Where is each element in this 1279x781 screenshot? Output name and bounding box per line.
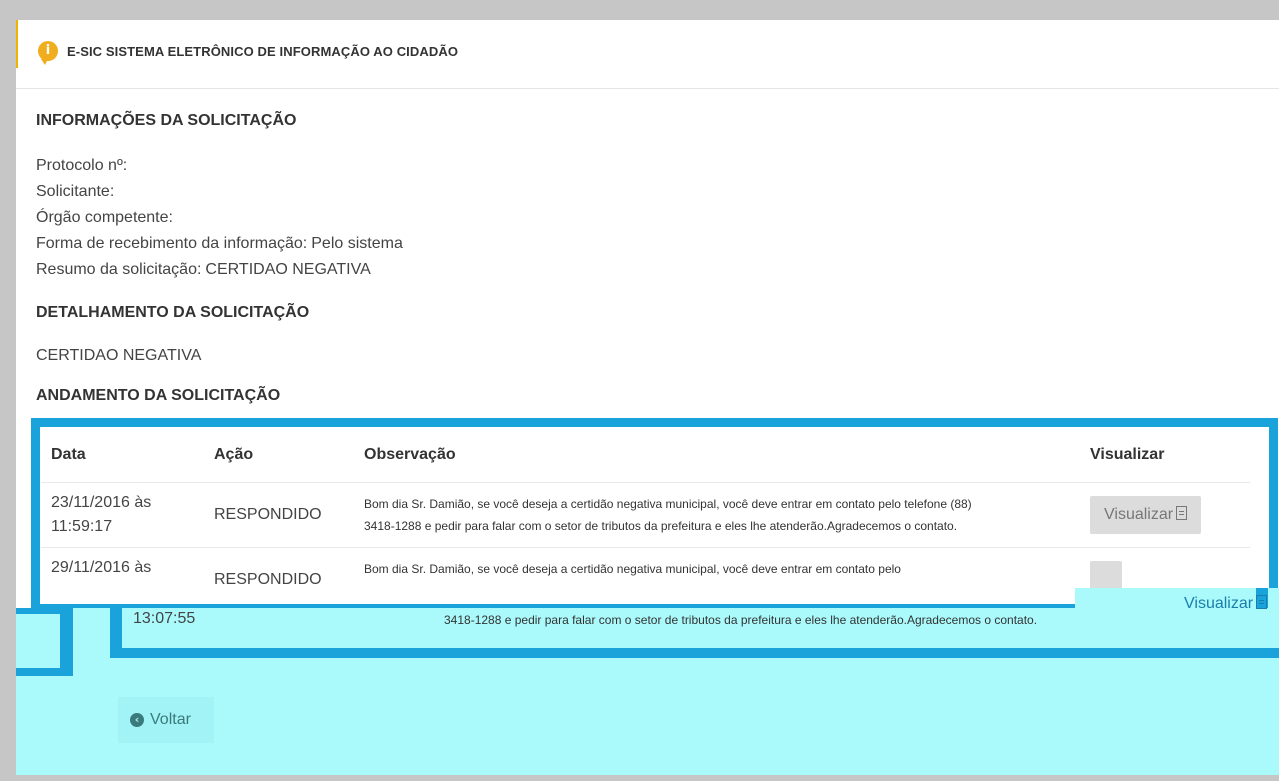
table-row: 23/11/2016 às 11:59:17 RESPONDIDO Bom dia… xyxy=(41,482,1250,548)
heading-accent-bar xyxy=(16,20,18,68)
field-forma-recebimento: Forma de recebimento da informação: Pelo … xyxy=(36,231,403,257)
table-row: 29/11/2016 às RESPONDIDO Bom dia Sr. Dam… xyxy=(41,547,1250,604)
time-line: 11:59:17 xyxy=(51,518,113,535)
field-label: Resumo da solicitação: xyxy=(36,261,202,278)
back-button[interactable]: ‹ Voltar xyxy=(118,697,214,743)
row-observation: Bom dia Sr. Damião, se você deseja a cer… xyxy=(354,482,1080,548)
field-resumo: Resumo da solicitação: CERTIDAO NEGATIVA xyxy=(36,257,403,283)
field-orgao: Órgão competente: xyxy=(36,205,403,231)
field-value: Pelo sistema xyxy=(311,235,403,252)
field-label: Órgão competente: xyxy=(36,209,173,226)
date-line: 23/11/2016 às xyxy=(51,494,152,511)
glitch-border xyxy=(16,668,73,676)
observation-line: Bom dia Sr. Damião, se você deseja a cer… xyxy=(364,497,972,511)
column-header-observacao: Observação xyxy=(354,427,1080,483)
glitch-border xyxy=(110,648,1279,658)
document-icon xyxy=(1256,595,1268,609)
window-frame-top xyxy=(0,0,1279,20)
view-button-label: Visualizar xyxy=(1184,595,1254,612)
row-view: Visualizar xyxy=(1080,482,1250,548)
field-label: Forma de recebimento da informação: xyxy=(36,235,308,252)
back-button-label: Voltar xyxy=(150,711,191,728)
time-line xyxy=(51,580,204,604)
detail-text: CERTIDAO NEGATIVA xyxy=(36,347,202,364)
window-frame-bottom xyxy=(0,775,1279,781)
glitch-overlay xyxy=(16,608,1279,775)
field-solicitante: Solicitante: xyxy=(36,179,403,205)
document-icon xyxy=(1176,506,1188,520)
row-observation-shifted: 3418-1288 e pedir para falar com o setor… xyxy=(444,613,1038,627)
row-time-shifted: 13:07:55 xyxy=(133,610,196,627)
info-icon: i xyxy=(38,41,58,65)
column-header-visualizar: Visualizar xyxy=(1080,427,1250,483)
panel-heading: i E-SIC SISTEMA ELETRÔNICO DE INFORMAÇÃO… xyxy=(16,20,1279,89)
info-section-title: INFORMAÇÕES DA SOLICITAÇÃO xyxy=(36,112,297,129)
row-action: RESPONDIDO xyxy=(204,482,354,548)
chevron-left-circle-icon: ‹ xyxy=(130,713,144,727)
progress-table-container: Data Ação Observação Visualizar 23/11/20… xyxy=(31,418,1278,613)
progress-section-title: ANDAMENTO DA SOLICITAÇÃO xyxy=(36,387,281,404)
view-button[interactable]: Visualizar xyxy=(1090,496,1202,534)
field-value: CERTIDAO NEGATIVA xyxy=(205,261,371,278)
observation-line: Bom dia Sr. Damião, se você deseja a cer… xyxy=(364,562,901,576)
observation-line: 3418-1288 e pedir para falar com o setor… xyxy=(364,519,958,533)
glitch-border xyxy=(60,608,73,674)
row-action: RESPONDIDO xyxy=(204,547,354,604)
column-header-acao: Ação xyxy=(204,427,354,483)
row-date: 23/11/2016 às 11:59:17 xyxy=(41,482,204,548)
view-button-label: Visualizar xyxy=(1104,506,1174,523)
row-observation: Bom dia Sr. Damião, se você deseja a cer… xyxy=(354,547,1080,604)
page-title: E-SIC SISTEMA ELETRÔNICO DE INFORMAÇÃO A… xyxy=(67,44,459,59)
field-label: Protocolo nº: xyxy=(36,157,128,174)
row-date: 29/11/2016 às xyxy=(41,547,204,604)
info-fields: Protocolo nº: Solicitante: Órgão compete… xyxy=(36,153,403,283)
table-header-row: Data Ação Observação Visualizar xyxy=(41,427,1250,483)
window-frame-left xyxy=(0,0,16,781)
field-protocolo: Protocolo nº: xyxy=(36,153,403,179)
date-line: 29/11/2016 às xyxy=(51,559,152,576)
detail-section-title: DETALHAMENTO DA SOLICITAÇÃO xyxy=(36,304,310,321)
progress-table: Data Ação Observação Visualizar 23/11/20… xyxy=(41,427,1250,604)
field-label: Solicitante: xyxy=(36,183,115,200)
observation-line xyxy=(364,580,1060,602)
view-button-shifted[interactable]: Visualizar xyxy=(1184,595,1268,613)
column-header-data: Data xyxy=(41,427,204,483)
